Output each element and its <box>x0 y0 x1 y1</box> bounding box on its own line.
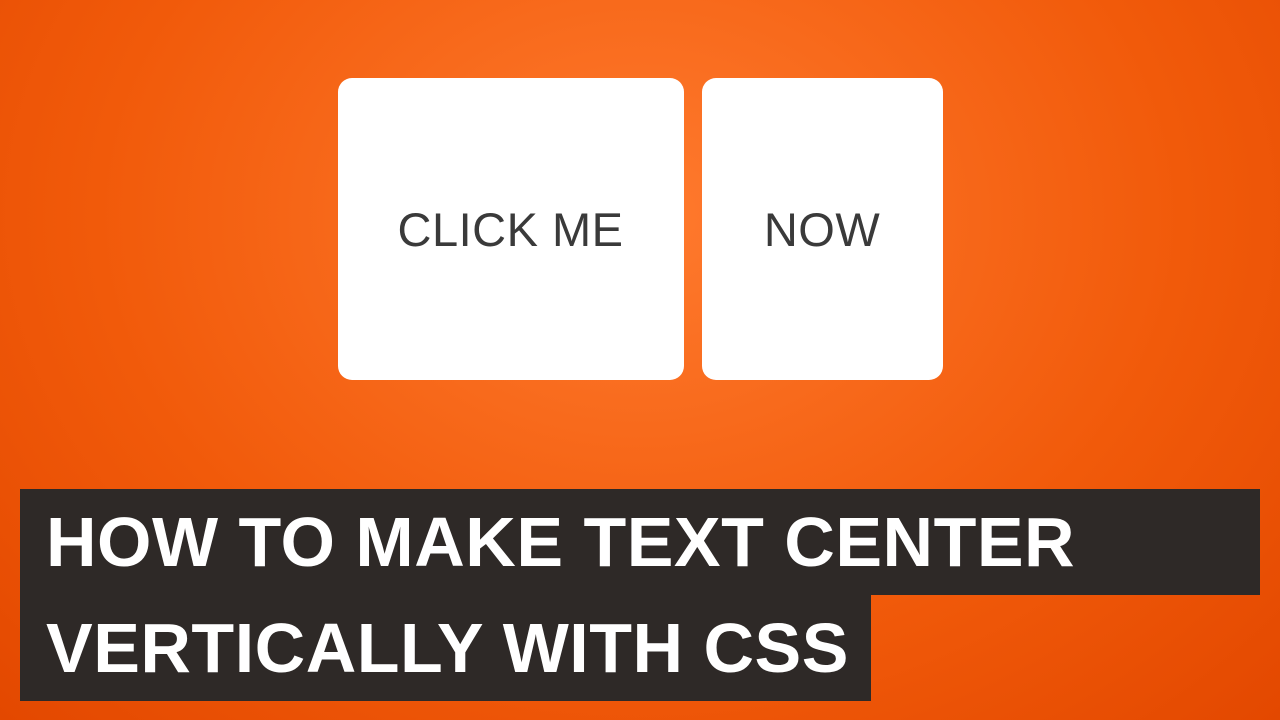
click-me-label: CLICK ME <box>398 202 624 257</box>
thumbnail-title: HOW TO MAKE TEXT CENTER VERTICALLY WITH … <box>20 489 1260 701</box>
title-line-1: HOW TO MAKE TEXT CENTER <box>20 489 1260 595</box>
title-line-2: VERTICALLY WITH CSS <box>20 595 871 701</box>
click-me-card[interactable]: CLICK ME <box>338 78 684 380</box>
demo-cards-row: CLICK ME NOW <box>0 0 1280 380</box>
now-label: NOW <box>764 202 880 257</box>
now-card[interactable]: NOW <box>702 78 943 380</box>
